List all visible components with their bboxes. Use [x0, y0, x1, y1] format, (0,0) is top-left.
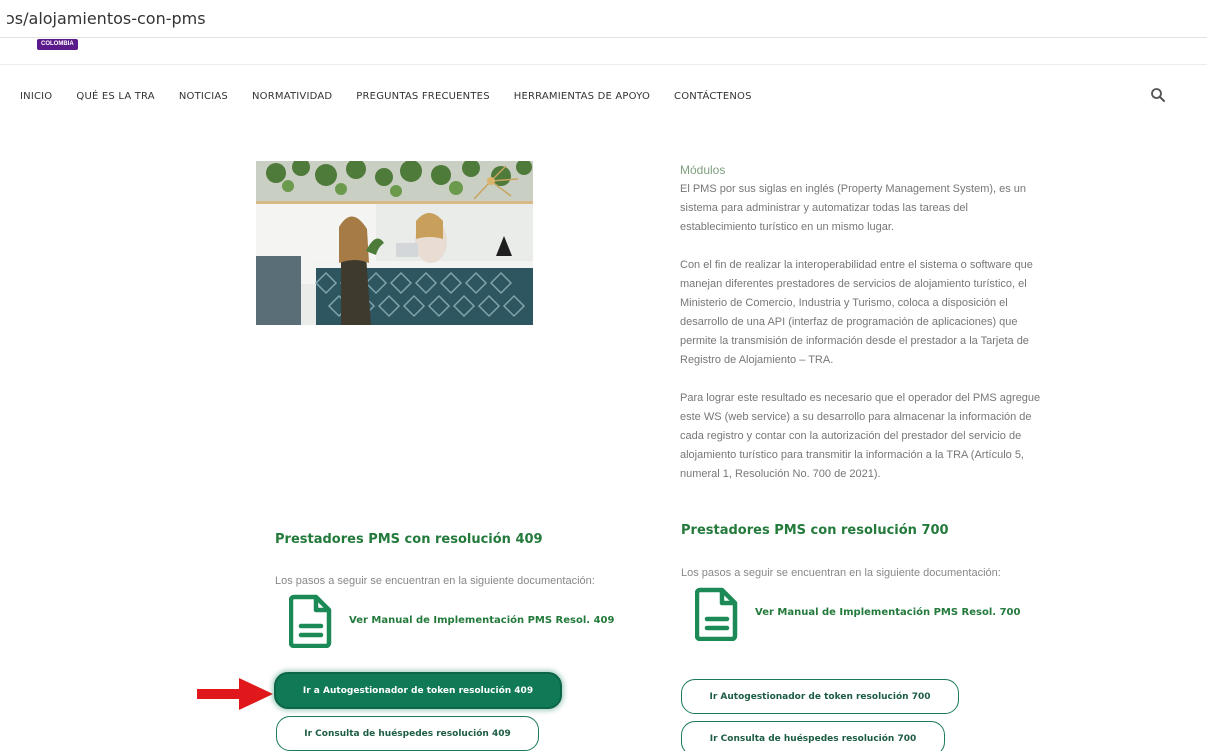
address-bar[interactable]: ɔs/alojamientos-con-pms: [0, 0, 1207, 38]
manual-700-link[interactable]: Ver Manual de Implementación PMS Resol. …: [755, 607, 1020, 618]
colombia-logo-badge: COLOMBIA: [37, 39, 78, 50]
res409-title: Prestadores PMS con resolución 409: [275, 532, 543, 547]
nav-item-preguntas-frecuentes[interactable]: PREGUNTAS FRECUENTES: [356, 91, 489, 102]
consulta-700-label: Ir Consulta de huéspedes resolución 700: [709, 733, 917, 744]
modulos-title: Módulos: [680, 163, 726, 177]
consulta-409-button[interactable]: Ir Consulta de huéspedes resolución 409: [276, 716, 539, 751]
res700-title: Prestadores PMS con resolución 700: [681, 523, 949, 538]
url-text[interactable]: ɔs/alojamientos-con-pms: [6, 9, 206, 28]
document-icon: [695, 587, 738, 641]
search-icon[interactable]: [1150, 87, 1166, 103]
main-nav: INICIO QUÉ ES LA TRA NOTICIAS NORMATIVID…: [20, 89, 776, 103]
token-700-label: Ir Autogestionador de token resolución 7…: [709, 691, 931, 702]
res409-text: Los pasos a seguir se encuentran en la s…: [275, 575, 595, 587]
hotel-reception-photo: [256, 161, 533, 325]
nav-item-herramientas-de-apoyo[interactable]: HERRAMIENTAS DE APOYO: [514, 91, 650, 102]
document-icon: [289, 594, 332, 648]
nav-item-inicio[interactable]: INICIO: [20, 91, 52, 102]
manual-409-link[interactable]: Ver Manual de Implementación PMS Resol. …: [349, 615, 614, 626]
res700-text: Los pasos a seguir se encuentran en la s…: [681, 567, 1001, 579]
nav-item-noticias[interactable]: NOTICIAS: [179, 91, 228, 102]
token-409-button[interactable]: Ir a Autogestionador de token resolución…: [274, 672, 562, 709]
modulos-paragraph-3: Para lograr este resultado es necesario …: [680, 392, 1041, 480]
nav-item-normatividad[interactable]: NORMATIVIDAD: [252, 91, 332, 102]
red-arrow-icon: [197, 678, 273, 710]
nav-item-contactenos[interactable]: CONTÁCTENOS: [674, 91, 752, 102]
modulos-section: Módulos El PMS por sus siglas en inglés …: [680, 163, 1045, 503]
modulos-paragraph-2: Con el fin de realizar la interoperabili…: [680, 259, 1033, 366]
consulta-700-button[interactable]: Ir Consulta de huéspedes resolución 700: [681, 721, 945, 751]
modulos-paragraph-1: El PMS por sus siglas en inglés (Propert…: [680, 183, 1027, 233]
nav-item-que-es-la-tra[interactable]: QUÉ ES LA TRA: [76, 91, 154, 102]
consulta-409-label: Ir Consulta de huéspedes resolución 409: [304, 728, 511, 739]
header-divider: [0, 64, 1207, 65]
token-700-button[interactable]: Ir Autogestionador de token resolución 7…: [681, 679, 959, 714]
